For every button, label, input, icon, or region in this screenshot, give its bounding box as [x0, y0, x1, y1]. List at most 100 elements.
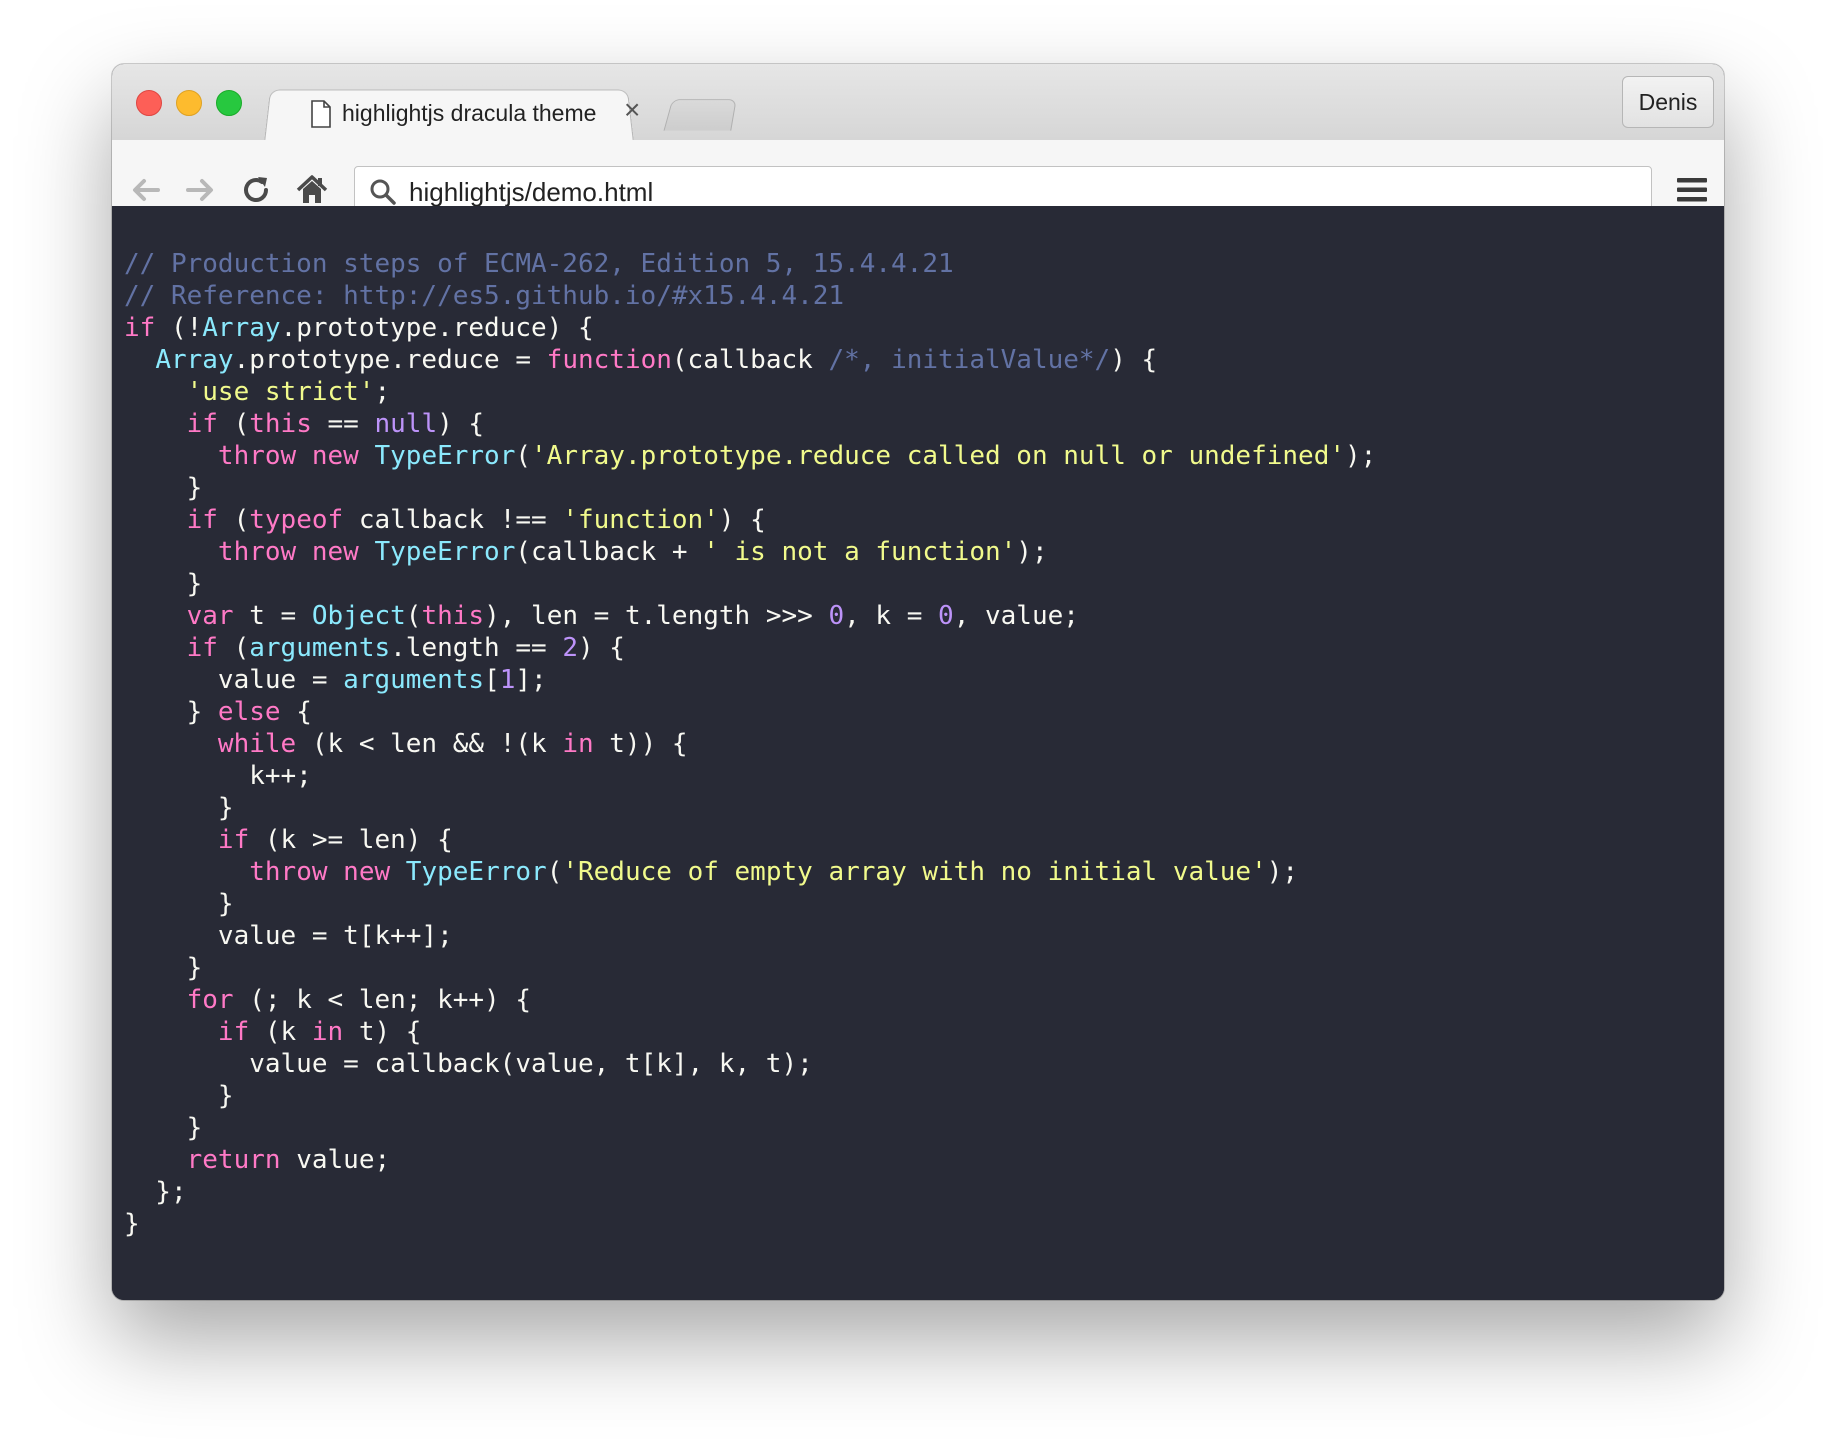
code-token-builtin: TypeError — [374, 537, 516, 567]
code-token-string: 'Reduce of empty array with no initial v… — [562, 857, 1267, 887]
code-line: } — [124, 472, 1376, 504]
code-token-plain: , value; — [953, 601, 1079, 631]
code-line: } — [124, 888, 1376, 920]
code-line: if (!Array.prototype.reduce) { — [124, 312, 1376, 344]
code-token-plain: ), len = t.length >>> — [484, 601, 829, 631]
page-content: // Production steps of ECMA-262, Edition… — [112, 206, 1724, 1300]
code-token-plain: == — [311, 409, 375, 439]
code-token-plain: ]; — [515, 665, 547, 695]
code-token-keyword: this — [249, 409, 312, 439]
code-token-plain: t)) { — [593, 729, 688, 759]
code-token-keyword: if — [186, 505, 218, 535]
code-token-string: 'function' — [562, 505, 719, 535]
code-line: if (this == null) { — [124, 408, 1376, 440]
code-line: Array.prototype.reduce = function(callba… — [124, 344, 1376, 376]
code-token-literal: null — [374, 409, 438, 439]
code-token-plain: } — [124, 793, 234, 823]
code-token-plain: value; — [280, 1145, 391, 1175]
code-line: } — [124, 568, 1376, 600]
code-token-string: ' is not a function' — [703, 537, 1017, 567]
code-token-plain: k++; — [124, 761, 312, 791]
code-token-plain: ( — [217, 505, 250, 535]
close-icon[interactable]: × — [624, 96, 640, 124]
code-token-keyword: if — [124, 313, 156, 343]
code-token-plain: (k — [249, 1017, 312, 1047]
code-token-plain: .prototype.reduce = — [233, 345, 547, 375]
code-token-plain: { — [280, 697, 312, 727]
code-token-keyword: for — [186, 985, 234, 1015]
code-token-builtin: TypeError — [374, 441, 516, 471]
minimize-window-button[interactable] — [176, 90, 202, 116]
code-token-keyword: else — [217, 697, 281, 727]
code-line: } — [124, 952, 1376, 984]
maximize-window-button[interactable] — [216, 90, 242, 116]
code-token-plain: } — [124, 953, 203, 983]
code-line: } — [124, 1208, 1376, 1240]
code-token-plain: } — [124, 1209, 140, 1239]
code-token-keyword: if — [217, 1017, 250, 1047]
code-token-plain: }; — [124, 1177, 187, 1207]
home-icon[interactable] — [294, 172, 330, 208]
menu-icon[interactable] — [1676, 170, 1708, 210]
code-token-keyword: this — [421, 601, 485, 631]
code-token-keyword: in — [562, 729, 594, 759]
code-token-plain: ( — [515, 441, 532, 471]
code-line: } — [124, 792, 1376, 824]
code-block: // Production steps of ECMA-262, Edition… — [124, 248, 1376, 1240]
code-token-plain: , k = — [844, 601, 939, 631]
code-line: // Reference: http://es5.github.io/#x15.… — [124, 280, 1376, 312]
code-token-plain: .prototype.reduce) { — [280, 313, 594, 343]
code-token-plain: ; — [374, 377, 391, 407]
code-token-plain: ( — [217, 409, 250, 439]
url-text[interactable]: highlightjs/demo.html — [409, 177, 653, 208]
forward-icon[interactable] — [182, 172, 218, 208]
code-line: if (k >= len) { — [124, 824, 1376, 856]
active-tab[interactable]: highlightjs dracula theme × — [290, 86, 640, 140]
code-line: throw new TypeError('Array.prototype.red… — [124, 440, 1376, 472]
close-window-button[interactable] — [136, 90, 162, 116]
code-token-keyword: typeof — [249, 505, 344, 535]
code-line: } — [124, 1112, 1376, 1144]
code-token-number: 2 — [562, 633, 578, 663]
code-token-comment: // Reference: http://es5.github.io/#x15.… — [124, 281, 845, 311]
code-token-plain: value = callback(value, t[k], k, t); — [124, 1049, 813, 1079]
code-line: if (k in t) { — [124, 1016, 1376, 1048]
code-token-plain: } — [124, 473, 203, 503]
code-token-plain: (k < len && !(k — [296, 729, 563, 759]
code-token-number: 1 — [499, 665, 516, 695]
new-tab-button[interactable] — [663, 99, 737, 131]
code-token-keyword: throw — [217, 441, 297, 471]
code-token-plain: (k >= len) { — [249, 825, 453, 855]
code-token-plain: ( — [405, 601, 422, 631]
code-token-plain: ); — [1016, 537, 1048, 567]
code-token-comment: /*, initialValue*/ — [828, 345, 1111, 375]
reload-icon[interactable] — [238, 172, 274, 208]
code-token-plain: } — [124, 569, 203, 599]
tab-title: highlightjs dracula theme — [342, 100, 597, 126]
code-token-plain: } — [124, 889, 234, 919]
back-icon[interactable] — [128, 172, 164, 208]
code-line: for (; k < len; k++) { — [124, 984, 1376, 1016]
code-line: throw new TypeError('Reduce of empty arr… — [124, 856, 1376, 888]
code-token-plain: ) { — [577, 633, 625, 663]
code-token-keyword: throw — [217, 537, 297, 567]
code-token-number: 0 — [938, 601, 954, 631]
code-token-number: 0 — [828, 601, 845, 631]
code-line: } — [124, 1080, 1376, 1112]
code-line: value = t[k++]; — [124, 920, 1376, 952]
profile-button[interactable]: Denis — [1622, 76, 1714, 128]
code-token-plain: t = — [233, 601, 312, 631]
code-line: k++; — [124, 760, 1376, 792]
